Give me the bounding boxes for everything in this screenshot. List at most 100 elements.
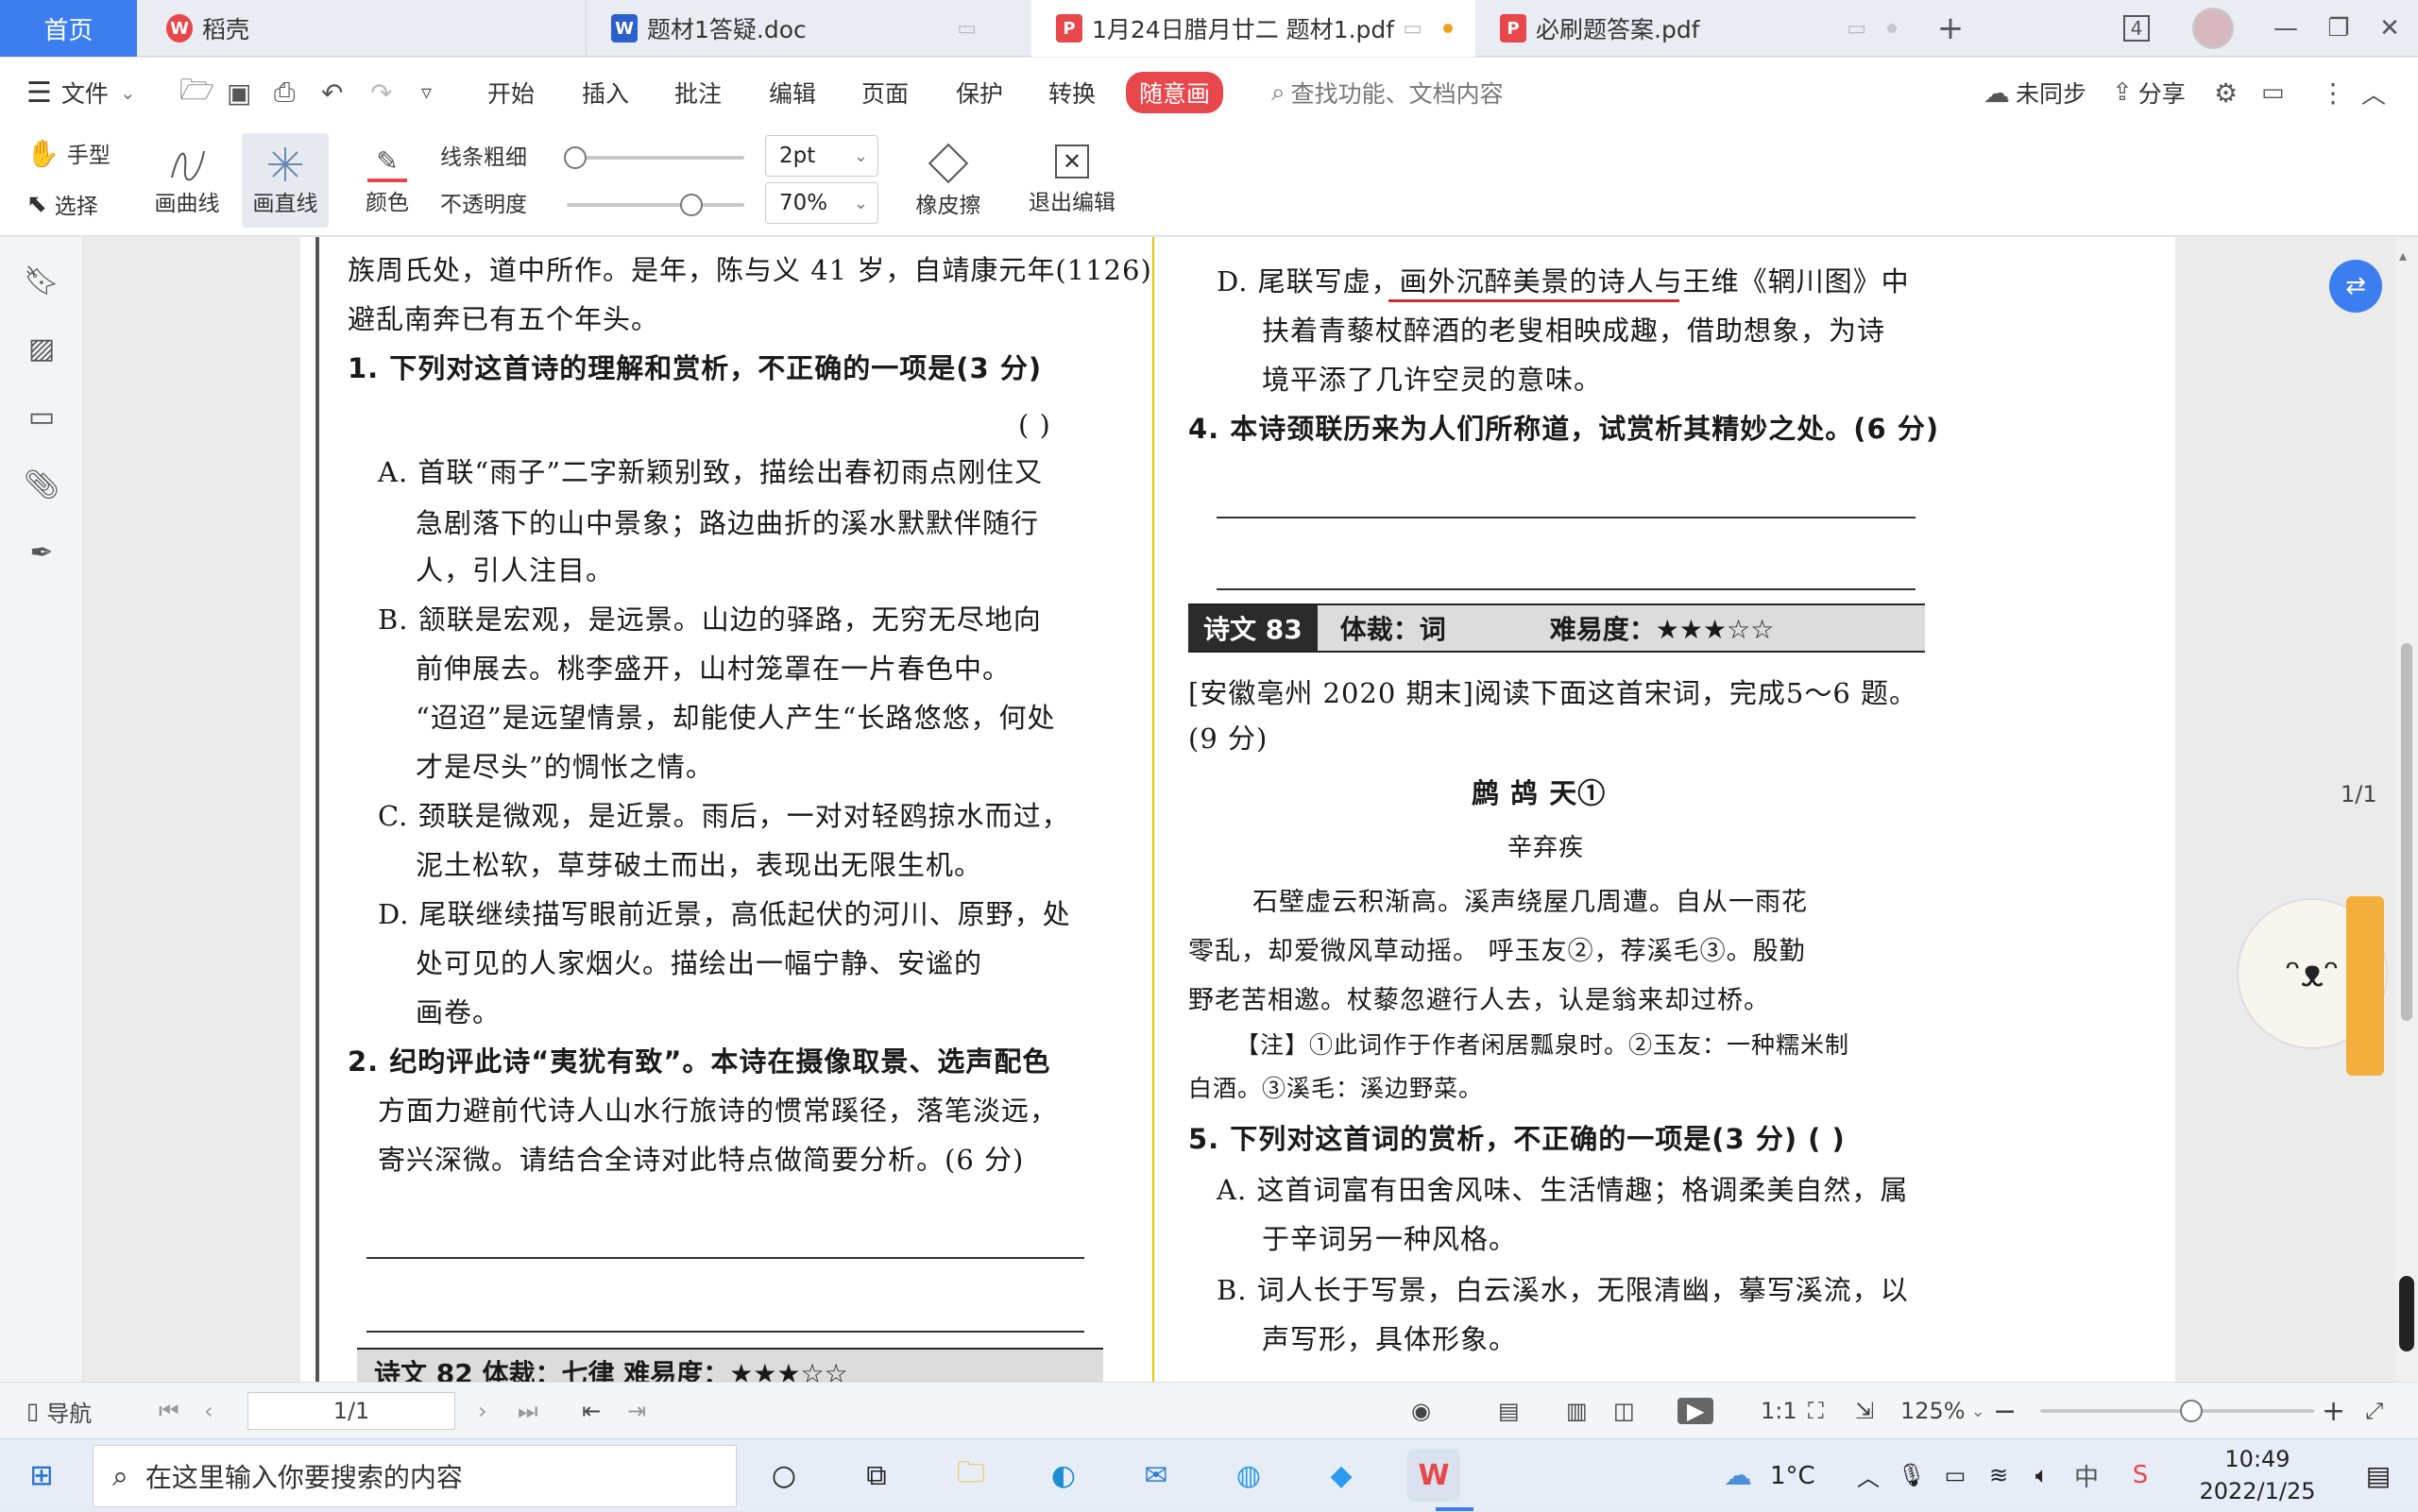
menu-start[interactable]: 开始 bbox=[487, 58, 535, 127]
curve-tool[interactable]: 画曲线 bbox=[145, 133, 229, 228]
menu-comment[interactable]: 批注 bbox=[674, 58, 722, 127]
wps-office-icon[interactable]: W bbox=[1407, 1449, 1460, 1502]
next-page-icon[interactable]: › bbox=[478, 1383, 487, 1439]
back-icon[interactable]: ⇤ bbox=[582, 1383, 601, 1439]
opacity-select[interactable]: 70% ⌄ bbox=[765, 182, 878, 224]
print-icon[interactable]: ⎙ bbox=[274, 58, 295, 127]
fullscreen-icon[interactable]: ⤢ bbox=[2365, 1383, 2383, 1439]
thickness-select[interactable]: 2pt ⌄ bbox=[765, 135, 878, 177]
thickness-slider-thumb[interactable] bbox=[564, 146, 587, 169]
opacity-slider[interactable] bbox=[567, 203, 744, 207]
thickness-slider[interactable] bbox=[567, 156, 744, 160]
zoom-slider[interactable] bbox=[2040, 1409, 2314, 1413]
customize-icon[interactable]: ▿ bbox=[421, 58, 432, 127]
zoom-out-icon[interactable]: − bbox=[1993, 1383, 2017, 1439]
browser-icon[interactable]: ◍ bbox=[1222, 1449, 1275, 1502]
clock[interactable]: 10:49 2022/1/25 bbox=[2182, 1443, 2333, 1507]
tab-pdf-answers[interactable]: P 必刷题答案.pdf ▭ bbox=[1475, 0, 1919, 57]
tab-docer[interactable]: W 稻壳 bbox=[142, 0, 586, 57]
menu-protect[interactable]: 保护 bbox=[956, 58, 1003, 127]
tab-doc[interactable]: W 题材1答疑.doc ▭ bbox=[586, 0, 1030, 57]
zoom-select[interactable]: 125% ⌄ bbox=[1900, 1383, 1985, 1439]
file-explorer-icon[interactable]: 🗀 bbox=[945, 1449, 997, 1502]
single-page-icon[interactable]: ▤ bbox=[1498, 1383, 1520, 1439]
scroll-up-icon[interactable]: ▴ bbox=[2399, 246, 2407, 264]
signature-icon[interactable]: ✒ bbox=[23, 534, 60, 571]
task-view-icon[interactable]: ⧉ bbox=[850, 1449, 903, 1502]
exit-edit-button[interactable]: ✕ 退出编辑 bbox=[1020, 133, 1124, 228]
tab-count-button[interactable]: 4 bbox=[2116, 0, 2157, 57]
new-tab-button[interactable]: + bbox=[1927, 0, 1974, 57]
tab-home[interactable]: 首页 bbox=[0, 0, 137, 57]
messenger-icon[interactable]: ◆ bbox=[1315, 1449, 1368, 1502]
minimize-icon[interactable]: — bbox=[2267, 0, 2305, 57]
volume-icon[interactable]: 🔈︎ bbox=[2016, 1449, 2069, 1502]
eraser-tool[interactable]: 橡皮擦 bbox=[903, 133, 994, 228]
menu-page[interactable]: 页面 bbox=[861, 58, 909, 127]
menu-edit[interactable]: 编辑 bbox=[769, 58, 816, 127]
bookmark-icon[interactable]: 🔖︎ bbox=[23, 262, 60, 299]
restore-icon[interactable]: ❐ bbox=[2320, 0, 2358, 57]
notification-icon[interactable]: ▤ bbox=[2352, 1449, 2405, 1502]
share-button[interactable]: ⇪ 分享 bbox=[2112, 58, 2186, 127]
save-icon[interactable]: ▣ bbox=[227, 58, 251, 127]
color-picker[interactable]: ✎ 颜色 bbox=[349, 133, 425, 228]
redo-icon[interactable]: ↷ bbox=[370, 58, 392, 127]
nav-toggle[interactable]: ▯ 导航 bbox=[26, 1383, 92, 1439]
actual-size-icon[interactable]: 1:1 bbox=[1761, 1383, 1797, 1439]
pdf-file-icon: P bbox=[1056, 14, 1082, 42]
eye-protect-icon[interactable]: ◉ bbox=[1411, 1383, 1431, 1439]
pdf-file-icon: P bbox=[1500, 14, 1526, 42]
forward-icon[interactable]: ⇥ bbox=[627, 1383, 646, 1439]
sync-button[interactable]: ☁ 未同步 bbox=[1984, 58, 2086, 127]
page-input[interactable]: 1/1 bbox=[247, 1383, 455, 1439]
settings-icon[interactable]: ⚙ bbox=[2214, 58, 2238, 127]
mascot-tools-strip[interactable] bbox=[2346, 896, 2384, 1076]
convert-floating-icon[interactable]: ⇄ bbox=[2329, 260, 2382, 313]
fit-page-icon[interactable]: ⛶ bbox=[1808, 1383, 1824, 1439]
zoom-in-icon[interactable]: + bbox=[2322, 1383, 2345, 1439]
more-icon[interactable]: ⋮ bbox=[2320, 58, 2346, 127]
file-menu[interactable]: ☰ 文件 ⌄ bbox=[26, 58, 136, 127]
attachment-icon[interactable]: 📎︎ bbox=[23, 466, 60, 503]
windows-start-icon[interactable]: ⊞ bbox=[15, 1449, 68, 1502]
two-page-icon[interactable]: ◫ bbox=[1613, 1383, 1635, 1439]
play-icon[interactable]: ▶ bbox=[1677, 1383, 1714, 1439]
scrollbar-thumb[interactable] bbox=[2401, 643, 2412, 1021]
hand-tool[interactable]: ✋ 手型 bbox=[26, 137, 111, 169]
open-icon[interactable]: 🗁 bbox=[179, 58, 214, 127]
tab-pdf-active[interactable]: P 1月24日腊月廿二 题材1.pdf ▭ bbox=[1031, 0, 1475, 57]
collapse-ribbon-icon[interactable]: ︿ bbox=[2361, 58, 2386, 127]
first-page-icon[interactable]: ⏮ bbox=[159, 1383, 179, 1439]
ime-indicator[interactable]: 中 bbox=[2074, 1439, 2099, 1512]
thumbnail-icon[interactable]: ▨ bbox=[23, 330, 60, 367]
menu-convert[interactable]: 转换 bbox=[1048, 58, 1096, 127]
option-b: B. 词人长于写景，白云溪水，无限清幽，摹写溪流，以 bbox=[1217, 1274, 1909, 1306]
mail-icon[interactable]: ✉ bbox=[1130, 1449, 1183, 1502]
option-d: D. 尾联继续描写眼前近景，高低起伏的河川、原野，处 bbox=[378, 898, 1071, 930]
edge-icon[interactable]: ◐ bbox=[1037, 1449, 1090, 1502]
prev-page-icon[interactable]: ‹ bbox=[204, 1383, 213, 1439]
last-page-icon[interactable]: ⏭ bbox=[518, 1383, 538, 1439]
close-icon[interactable]: ✕ bbox=[2371, 0, 2409, 57]
taskbar-search[interactable]: ⌕ 在这里输入你要搜索的内容 bbox=[93, 1445, 737, 1507]
avatar[interactable] bbox=[2189, 0, 2237, 57]
comment-icon[interactable]: ▭ bbox=[2261, 58, 2285, 127]
option-d-line: 扶着青藜杖醉酒的老叟相映成趣，借助想象，为诗 bbox=[1262, 314, 1886, 347]
search-box[interactable]: ⌕ 查找功能、文档内容 bbox=[1271, 58, 1504, 127]
line-tool[interactable]: 画直线 bbox=[242, 133, 329, 228]
opacity-slider-thumb[interactable] bbox=[679, 194, 703, 216]
continuous-icon[interactable]: ▥ bbox=[1566, 1383, 1588, 1439]
menu-freehand[interactable]: 随意画 bbox=[1126, 58, 1224, 127]
undo-icon[interactable]: ↶ bbox=[321, 58, 343, 127]
vertical-scrollbar[interactable]: ▴ bbox=[2395, 237, 2418, 1382]
select-tool[interactable]: ⬉ 选择 bbox=[26, 188, 98, 220]
comment-icon[interactable]: ▭ bbox=[23, 398, 60, 435]
scroll-handle[interactable] bbox=[2399, 1276, 2414, 1351]
zoom-slider-thumb[interactable] bbox=[2179, 1400, 2203, 1422]
cortana-icon[interactable]: ○ bbox=[758, 1449, 810, 1502]
curve-tool-label: 画曲线 bbox=[154, 192, 220, 216]
menu-insert[interactable]: 插入 bbox=[582, 58, 629, 127]
fit-width-icon[interactable]: ⇲ bbox=[1855, 1383, 1874, 1439]
wps-tray-icon[interactable]: S bbox=[2114, 1449, 2167, 1502]
